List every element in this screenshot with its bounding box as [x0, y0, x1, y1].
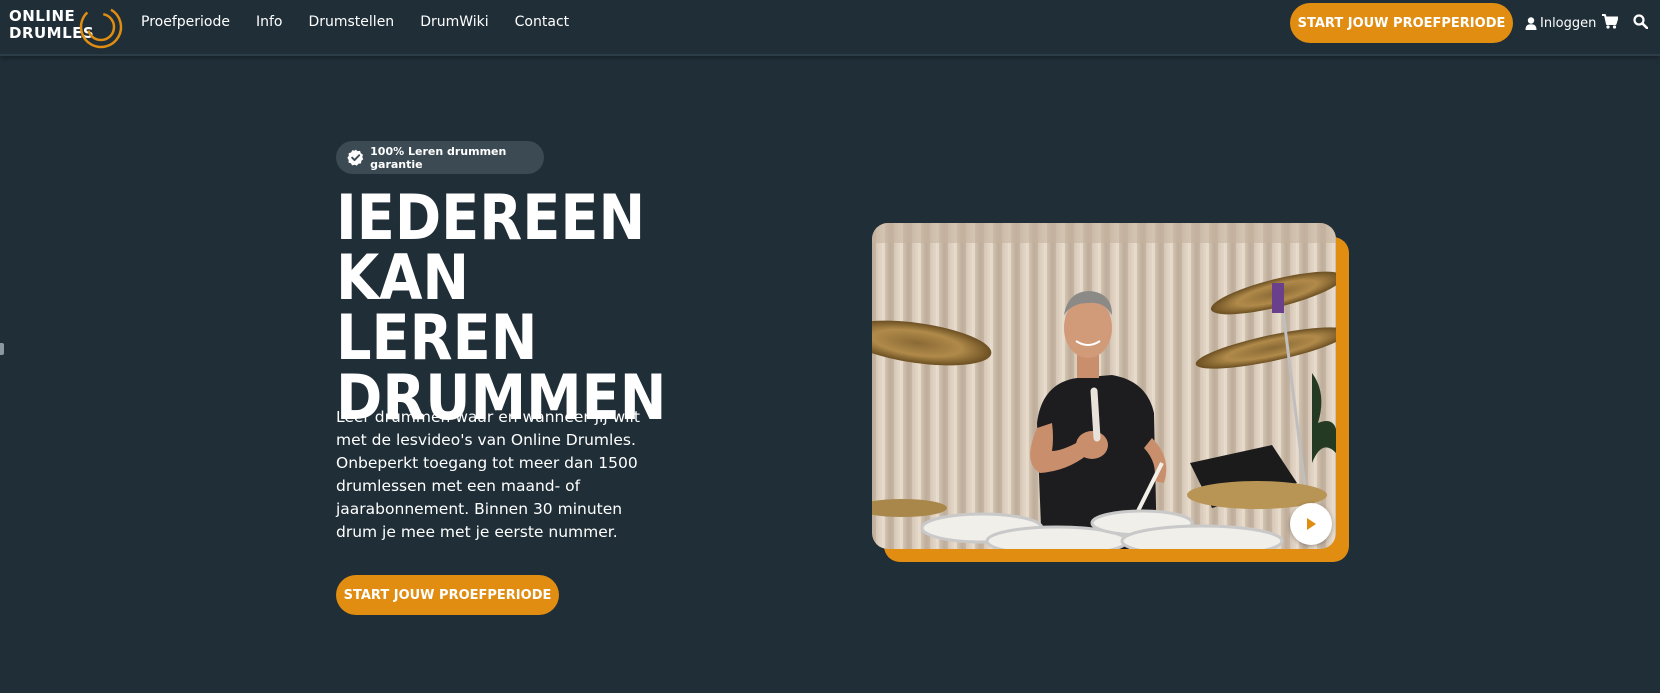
login-label: Inloggen	[1540, 15, 1597, 31]
site-header: ONLINE DRUMLES Proefperiode Info Drumste…	[0, 0, 1660, 56]
guarantee-badge-label: 100% Leren drummen garantie	[370, 144, 507, 171]
video-play-button[interactable]	[1290, 503, 1332, 545]
hero-trial-button[interactable]: START JOUW PROEFPERIODE	[336, 575, 559, 615]
side-feedback-tab[interactable]	[0, 343, 4, 355]
nav-drumwiki[interactable]: DrumWiki	[420, 0, 488, 44]
main-nav: Proefperiode Info Drumstellen DrumWiki C…	[141, 0, 595, 44]
hero-title-line-1: IEDEREEN KAN	[336, 181, 646, 314]
nav-info[interactable]: Info	[256, 0, 283, 44]
nav-contact[interactable]: Contact	[515, 0, 569, 44]
cart-icon[interactable]	[1602, 14, 1618, 29]
header-trial-button[interactable]: START JOUW PROEFPERIODE	[1290, 3, 1513, 43]
verified-check-icon	[347, 149, 364, 166]
login-link[interactable]: Inloggen	[1525, 12, 1596, 34]
hero-title-line-2: LEREN	[336, 301, 538, 374]
hero-video[interactable]	[872, 223, 1336, 549]
hero-description: Leer drummen waar en wanneer jij wilt me…	[336, 408, 640, 541]
user-icon	[1525, 16, 1537, 30]
play-icon	[1307, 518, 1316, 530]
logo-arc-icon	[79, 5, 123, 49]
nav-proefperiode[interactable]: Proefperiode	[141, 0, 230, 44]
hero-title: IEDEREEN KAN LEREN DRUMMEN	[336, 181, 796, 429]
guarantee-badge: 100% Leren drummen garantie	[336, 141, 544, 174]
site-logo[interactable]: ONLINE DRUMLES	[9, 4, 123, 49]
nav-drumstellen[interactable]: Drumstellen	[308, 0, 394, 44]
search-icon[interactable]	[1633, 14, 1648, 29]
drummer-video-thumbnail	[872, 223, 1336, 549]
